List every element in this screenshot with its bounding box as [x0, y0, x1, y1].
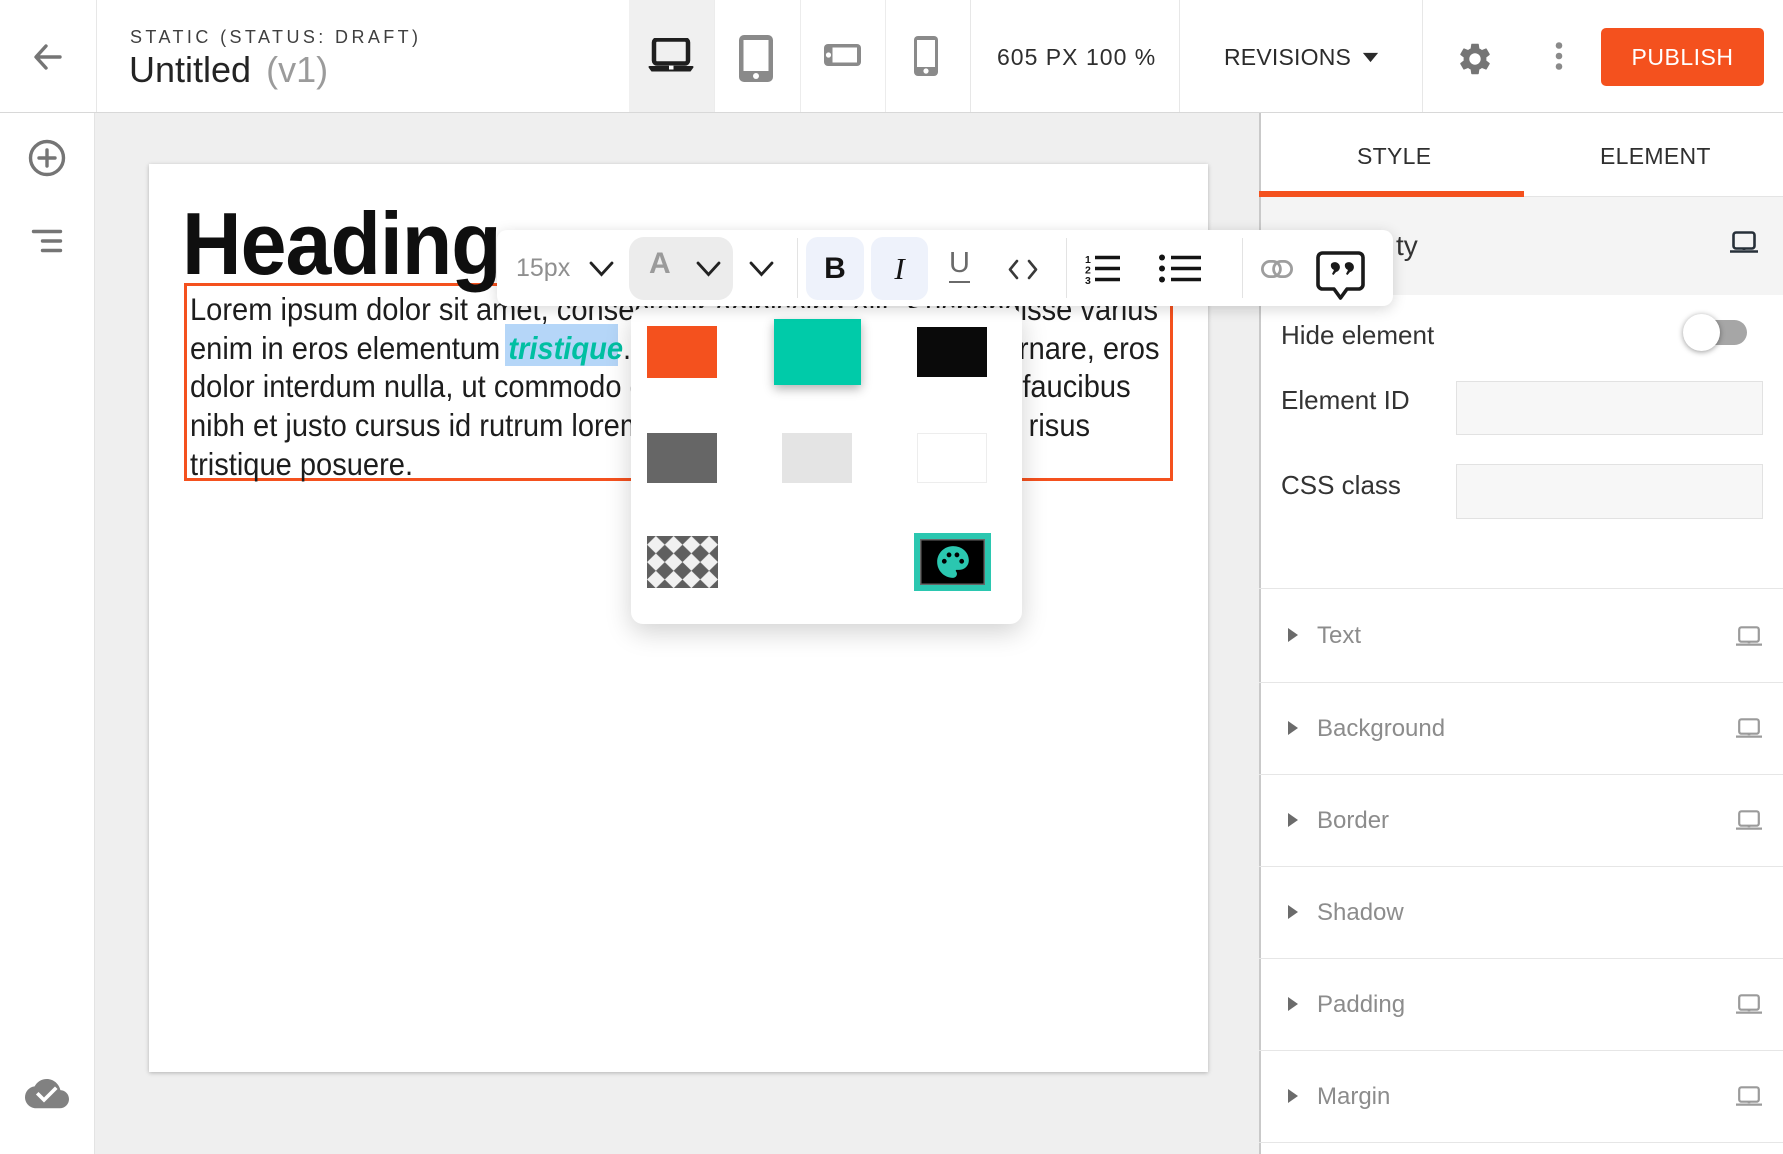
- svg-text:3: 3: [1085, 275, 1091, 284]
